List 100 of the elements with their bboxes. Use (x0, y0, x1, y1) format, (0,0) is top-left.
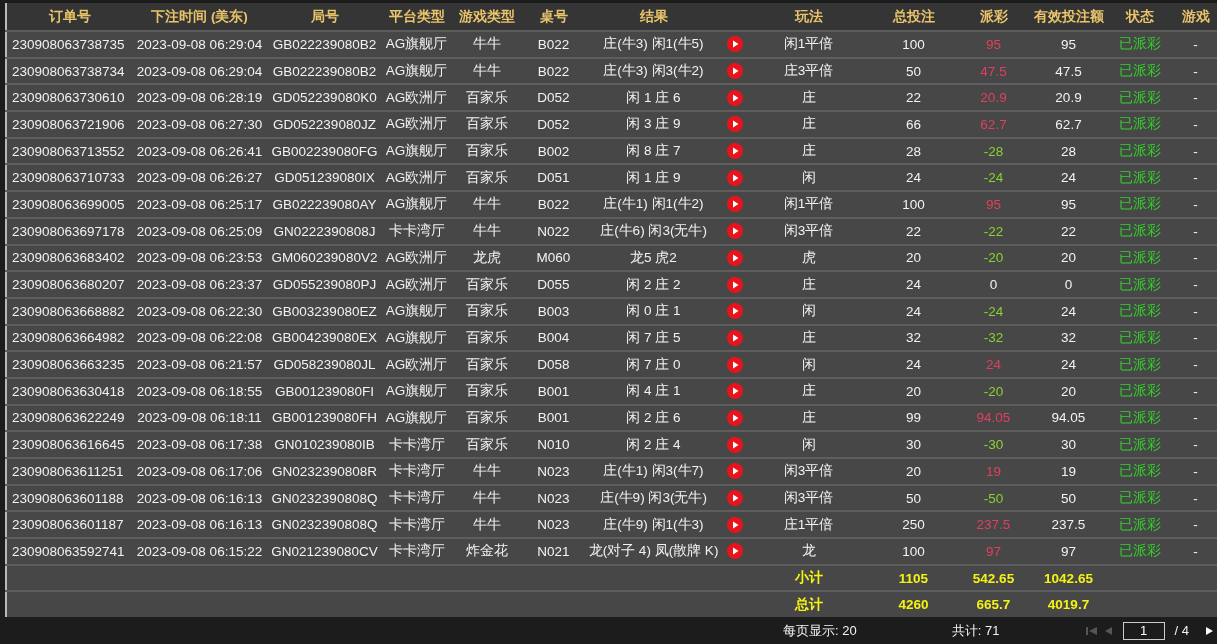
payout-amount: 0 (989, 277, 998, 293)
payout-amount: 95 (986, 196, 1001, 212)
result-text: 庄(牛1) 闲1(牛2) (603, 195, 704, 214)
total-bet: 20 (906, 383, 921, 399)
bet-type: 庄1平倍 (783, 515, 834, 534)
game-type: 牛牛 (472, 462, 501, 481)
game-type: 百家乐 (465, 275, 508, 294)
platform-type: 卡卡湾厅 (388, 462, 445, 481)
platform-type: 卡卡湾厅 (388, 489, 445, 508)
play-icon[interactable] (726, 409, 743, 426)
bet-time: 2023-09-08 06:25:17 (136, 196, 263, 212)
play-icon[interactable] (726, 356, 743, 373)
bet-type: 庄 (801, 88, 816, 107)
payout-amount: -24 (983, 303, 1004, 319)
payout-amount: -32 (983, 330, 1004, 346)
result-text: 庄(牛3) 闲3(牛2) (603, 62, 704, 81)
next-page-button[interactable] (1205, 625, 1214, 636)
game-type: 牛牛 (472, 515, 501, 534)
round-number: GB022239080B2 (272, 63, 377, 79)
play-icon[interactable] (726, 223, 743, 240)
round-number: GD052239080JZ (273, 116, 376, 132)
play-icon[interactable] (726, 490, 743, 507)
result-text: 闲 8 庄 7 (626, 142, 681, 161)
valid-bet: 47.5 (1055, 63, 1082, 79)
play-icon[interactable] (726, 36, 743, 53)
round-number: GB001239080FH (271, 410, 378, 426)
play-icon[interactable] (726, 116, 743, 133)
play-icon[interactable] (726, 543, 743, 560)
play-icon[interactable] (726, 89, 743, 106)
table-cell: - (1193, 170, 1198, 186)
result-text: 闲 1 庄 9 (626, 168, 681, 187)
game-type: 牛牛 (472, 195, 501, 214)
valid-bet: 24 (1061, 357, 1076, 373)
play-icon[interactable] (726, 463, 743, 480)
table-cell: - (1193, 543, 1198, 559)
total-bet: 50 (906, 490, 921, 506)
valid-bet: 20 (1061, 383, 1076, 399)
payout-amount: 237.5 (976, 517, 1011, 533)
order-number: 230908063721906 (12, 116, 125, 132)
play-icon[interactable] (726, 516, 743, 533)
bet-type: 闲1平倍 (783, 35, 834, 54)
column-header: 派彩 (979, 7, 1008, 26)
order-number: 230908063601187 (12, 517, 124, 533)
platform-type: AG欧洲厅 (385, 168, 448, 187)
platform-type: AG欧洲厅 (385, 355, 448, 374)
play-icon[interactable] (726, 143, 743, 160)
order-number: 230908063601188 (12, 490, 124, 506)
order-number: 230908063683402 (12, 250, 125, 266)
payout-amount: -20 (983, 250, 1004, 266)
payout-amount: 94.05 (976, 410, 1011, 426)
status-text: 已派彩 (1118, 355, 1161, 374)
table-cell: - (1193, 250, 1198, 266)
game-type: 百家乐 (465, 142, 508, 161)
round-number: GD052239080K0 (272, 90, 377, 106)
table-number: N010 (537, 437, 570, 453)
total-bet: 100 (902, 36, 925, 52)
result-text: 闲 2 庄 2 (626, 275, 681, 294)
result-text: 闲 0 庄 1 (626, 302, 681, 321)
play-icon[interactable] (726, 249, 743, 266)
total-bet: 22 (906, 223, 921, 239)
game-type: 龙虎 (472, 248, 501, 267)
round-number: GD051239080IX (274, 170, 375, 186)
play-icon[interactable] (726, 63, 743, 80)
order-number: 230908063630418 (12, 383, 125, 399)
payout-amount: 24 (986, 357, 1001, 373)
column-header: 桌号 (539, 7, 568, 26)
column-header: 局号 (310, 7, 339, 26)
valid-bet: 28 (1061, 143, 1076, 159)
play-icon[interactable] (726, 383, 743, 400)
play-icon[interactable] (726, 169, 743, 186)
platform-type: AG旗舰厅 (385, 382, 448, 401)
order-number: 230908063611251 (12, 463, 124, 479)
play-icon[interactable] (726, 303, 743, 320)
platform-type: AG欧洲厅 (385, 248, 448, 267)
bet-time: 2023-09-08 06:29:04 (136, 63, 263, 79)
order-number: 230908063668882 (12, 303, 125, 319)
status-text: 已派彩 (1118, 248, 1161, 267)
bet-type: 庄 (801, 328, 816, 347)
order-number: 230908063738734 (12, 63, 125, 79)
play-icon[interactable] (726, 329, 743, 346)
bet-time: 2023-09-08 06:22:08 (136, 330, 263, 346)
game-type: 百家乐 (465, 302, 508, 321)
status-text: 已派彩 (1118, 168, 1161, 187)
table-number: B004 (537, 330, 570, 346)
play-icon[interactable] (726, 276, 743, 293)
result-text: 闲 2 庄 6 (626, 408, 681, 427)
payout-amount: 97 (986, 543, 1001, 559)
play-icon[interactable] (726, 196, 743, 213)
platform-type: 卡卡湾厅 (388, 435, 445, 454)
round-number: GB022239080AY (272, 196, 377, 212)
play-icon[interactable] (726, 436, 743, 453)
order-number: 230908063616645 (12, 437, 125, 453)
bet-type: 庄 (801, 382, 816, 401)
status-text: 已派彩 (1118, 62, 1161, 81)
result-text: 庄(牛6) 闲3(无牛) (600, 222, 707, 241)
payout-amount: -30 (983, 437, 1004, 453)
column-header: 下注时间 (美东) (151, 7, 248, 26)
summary-total: 4019.7 (1047, 597, 1090, 613)
order-number: 230908063713552 (12, 143, 125, 159)
page-input[interactable]: 1 (1122, 621, 1165, 640)
